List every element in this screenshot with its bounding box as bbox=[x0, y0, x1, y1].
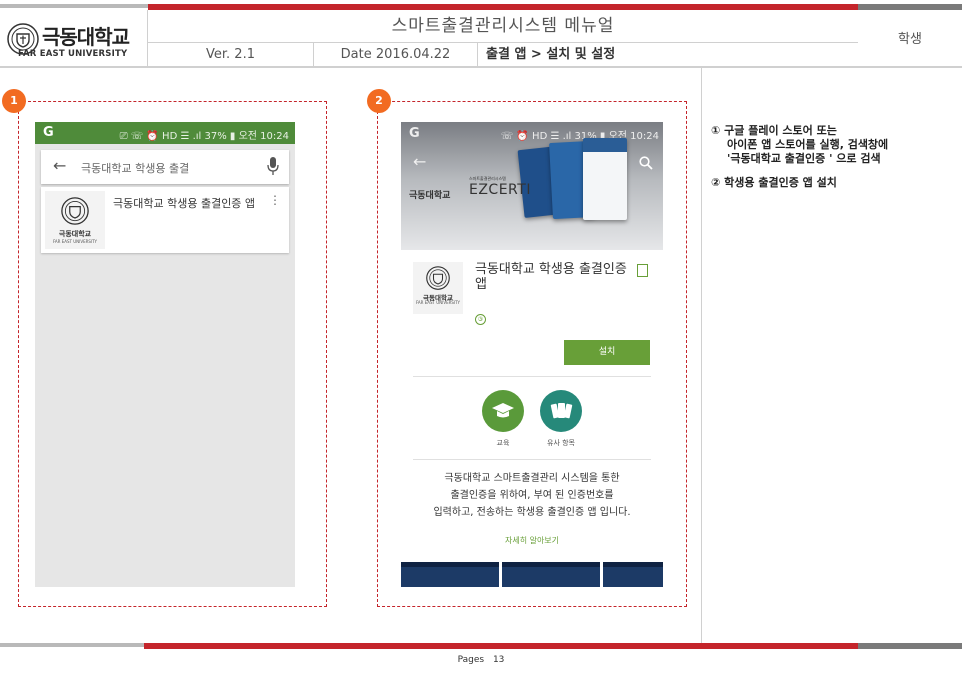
app-icon-label-en: FAR EAST UNIVERSITY bbox=[416, 300, 460, 305]
description-line: 출결인증을 위하여, 부여 된 인증번호를 bbox=[450, 490, 614, 501]
instruction-step: ① 구글 플레이 스토어 또는 아이폰 앱 스토어를 실행, 검색창에 '극동대… bbox=[711, 124, 888, 166]
screenshot-thumbnail[interactable] bbox=[502, 562, 600, 587]
app-description: 극동대학교 스마트출결관리 시스템을 통한 출결인증을 위하여, 부여 된 인증… bbox=[401, 470, 663, 521]
mic-icon[interactable] bbox=[267, 156, 279, 176]
step1-badge: 1 bbox=[2, 89, 26, 113]
app-title: 극동대학교 학생용 출결인증 앱 bbox=[475, 262, 627, 292]
graduation-cap-icon bbox=[492, 403, 514, 418]
strip-gray-left bbox=[0, 4, 148, 8]
footer-strip bbox=[0, 643, 962, 651]
page-number-value: 13 bbox=[492, 655, 505, 665]
strip-gray-left bbox=[0, 643, 144, 647]
banner-brand: 극동대학교 bbox=[409, 191, 451, 201]
instruction-line: 아이폰 앱 스토어를 실행, 검색창에 bbox=[727, 138, 889, 151]
app-icon: 극동대학교 FAR EAST UNIVERSITY bbox=[413, 262, 463, 314]
doc-card-front bbox=[583, 138, 627, 220]
back-arrow-icon[interactable]: ← bbox=[53, 156, 66, 175]
description-line: 입력하고, 전송하는 학생용 출결인증 앱 입니다. bbox=[433, 507, 631, 518]
university-seal-icon bbox=[426, 266, 450, 290]
logo-english-name: FAR EAST UNIVERSITY bbox=[18, 49, 128, 59]
divider bbox=[413, 459, 651, 460]
instruction-line: ② 학생용 출결인증 앱 설치 bbox=[711, 176, 837, 189]
similar-apps-label[interactable]: 유사 항목 bbox=[531, 438, 591, 448]
divider bbox=[413, 376, 651, 377]
strip-red bbox=[144, 643, 858, 649]
read-more-link[interactable]: 자세히 알아보기 bbox=[401, 535, 663, 546]
status-bar: G ⎚ ☏ ⏰ HD ☰ .ıl 37% ▮ 오전 10:24 bbox=[35, 122, 295, 144]
wishlist-icon[interactable] bbox=[637, 264, 648, 277]
page-title: 스마트출결관리시스템 메뉴얼 bbox=[148, 10, 858, 43]
instruction-line: '극동대학교 출결인증 ' 으로 검색 bbox=[727, 152, 881, 165]
app-banner: G ☏ ⏰ HD ☰ .ıl 31% ▮ 오전 10:24 ← 극동대학교 스마… bbox=[401, 122, 663, 250]
app-glyph: G bbox=[43, 125, 54, 140]
app-glyph: G bbox=[409, 126, 420, 141]
app-icon: 극동대학교 FAR EAST UNIVERSITY bbox=[45, 191, 105, 249]
banner-product-name: EZCERTI bbox=[469, 182, 531, 198]
content-rating-icon: ③ bbox=[475, 314, 486, 325]
header-divider bbox=[0, 67, 962, 68]
step2-phone-screenshot: G ☏ ⏰ HD ☰ .ıl 31% ▮ 오전 10:24 ← 극동대학교 스마… bbox=[401, 122, 663, 587]
date-label: Date 2016.04.22 bbox=[314, 43, 478, 67]
strip-gray-right bbox=[858, 643, 962, 649]
page-number: Pages 13 bbox=[0, 655, 962, 665]
cards-icon bbox=[550, 403, 573, 419]
instructions: ① 구글 플레이 스토어 또는 아이폰 앱 스토어를 실행, 검색창에 '극동대… bbox=[711, 124, 888, 200]
more-options-icon[interactable]: ⋮ bbox=[269, 193, 281, 207]
university-logo: 극동대학교 FAR EAST UNIVERSITY bbox=[0, 10, 148, 67]
app-icon-label-en: FAR EAST UNIVERSITY bbox=[53, 239, 97, 244]
step2-badge: 2 bbox=[367, 89, 391, 113]
search-result-item[interactable]: 극동대학교 FAR EAST UNIVERSITY 극동대학교 학생용 출결인증… bbox=[41, 187, 289, 253]
back-arrow-icon[interactable]: ← bbox=[413, 152, 426, 171]
status-text: ☏ ⏰ HD ☰ .ıl 31% ▮ 오전 10:24 bbox=[500, 131, 659, 142]
university-seal-icon bbox=[61, 197, 89, 225]
app-icon-label: 극동대학교 bbox=[58, 230, 92, 238]
description-line: 극동대학교 스마트출결관리 시스템을 통한 bbox=[444, 473, 620, 484]
result-title[interactable]: 극동대학교 학생용 출결인증 앱 bbox=[113, 195, 255, 211]
search-bar[interactable]: ← 극동대학교 학생용 출결 bbox=[41, 150, 289, 184]
pages-label: Pages bbox=[457, 655, 485, 665]
install-button[interactable]: 설치 bbox=[564, 340, 650, 365]
breadcrumb: 출결 앱 > 설치 및 설정 bbox=[486, 47, 616, 62]
screenshot-thumbnail[interactable] bbox=[401, 562, 499, 587]
similar-apps-icon[interactable] bbox=[540, 390, 582, 432]
step1-phone-screenshot: G ⎚ ☏ ⏰ HD ☰ .ıl 37% ▮ 오전 10:24 ← 극동대학교 … bbox=[35, 122, 295, 587]
header-top-strip bbox=[0, 0, 962, 10]
screenshot-thumbnail[interactable] bbox=[603, 562, 663, 587]
role-label: 학생 bbox=[858, 10, 962, 67]
search-icon[interactable] bbox=[639, 156, 653, 170]
instruction-step: ② 학생용 출결인증 앱 설치 bbox=[711, 176, 888, 190]
version-label: Ver. 2.1 bbox=[148, 43, 314, 67]
education-category-label[interactable]: 교육 bbox=[473, 438, 533, 448]
column-divider bbox=[701, 68, 702, 643]
status-text: ⎚ ☏ ⏰ HD ☰ .ıl 37% ▮ 오전 10:24 bbox=[119, 131, 289, 142]
logo-korean-name: 극동대학교 bbox=[42, 25, 130, 49]
education-category-icon[interactable] bbox=[482, 390, 524, 432]
header-meta-row: Ver. 2.1 Date 2016.04.22 출결 앱 > 설치 및 설정 bbox=[148, 43, 858, 67]
search-input[interactable]: 극동대학교 학생용 출결 bbox=[81, 160, 189, 176]
instruction-line: ① 구글 플레이 스토어 또는 bbox=[711, 124, 837, 137]
